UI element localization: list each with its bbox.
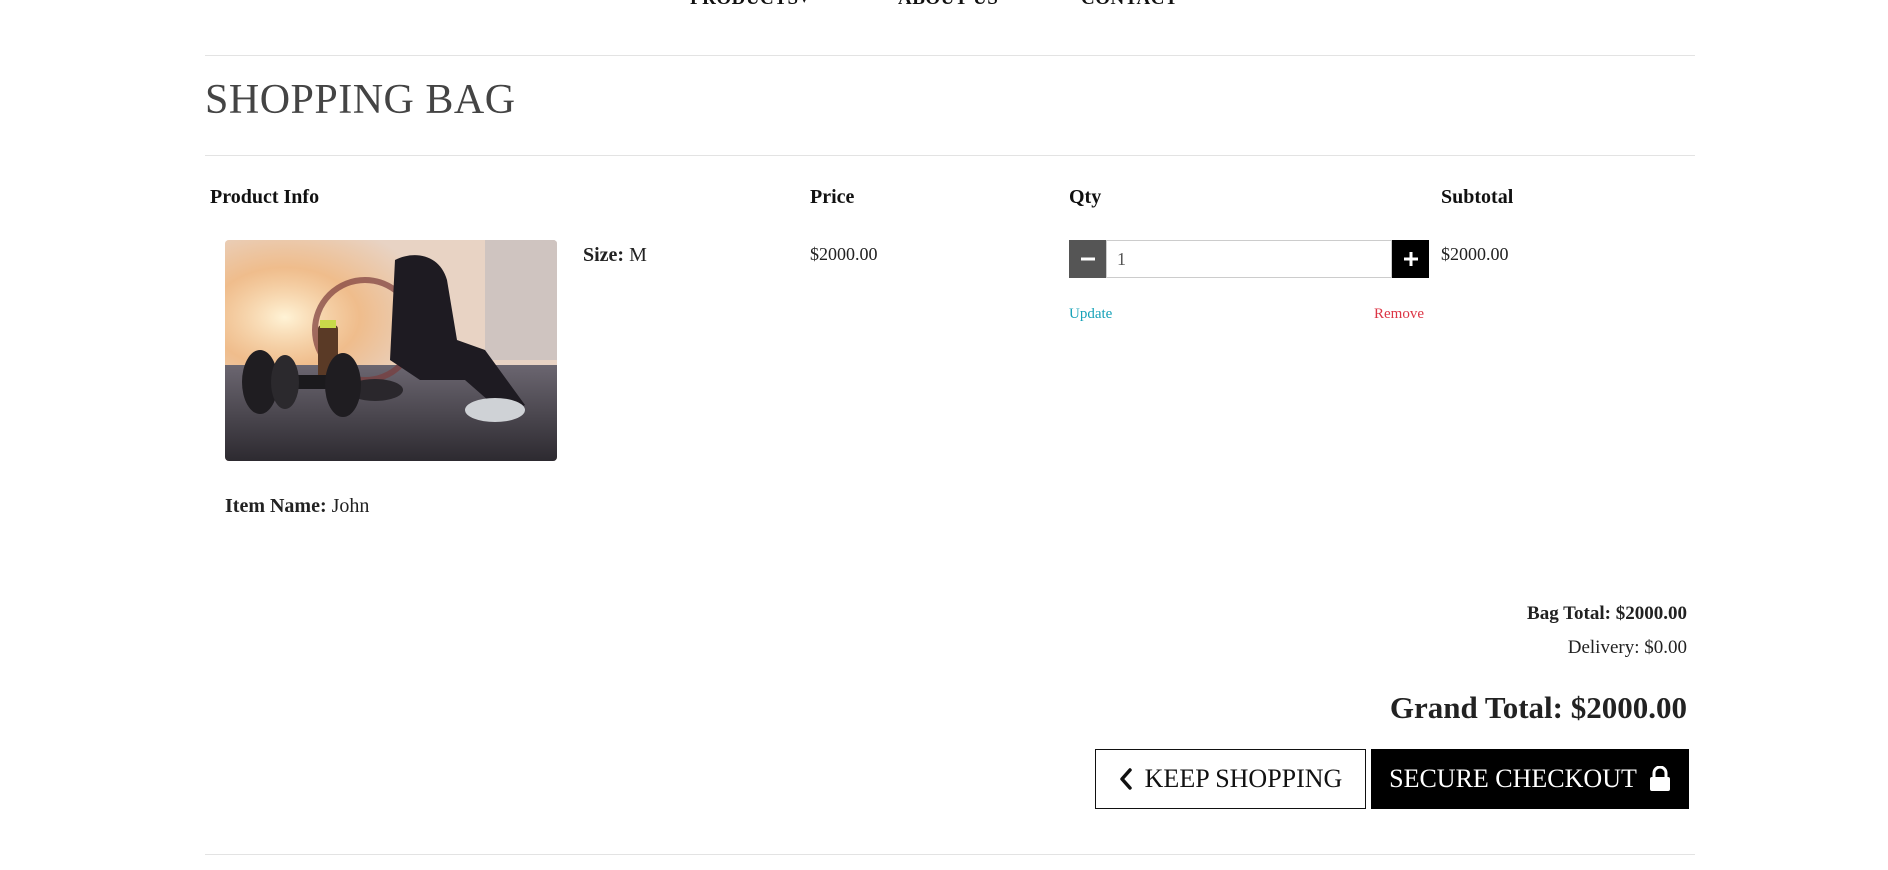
bag-total: Bag Total: $2000.00 xyxy=(1527,603,1687,624)
quantity-stepper xyxy=(1069,240,1429,278)
item-size: Size: M xyxy=(583,244,647,267)
header-price: Price xyxy=(810,186,855,208)
divider xyxy=(205,155,1695,156)
nav-about-us[interactable]: ABOUT US xyxy=(898,0,998,10)
nav-products[interactable]: PRODUCTS▾ xyxy=(690,0,808,10)
secure-checkout-button[interactable]: SECURE CHECKOUT xyxy=(1371,749,1689,809)
plus-icon xyxy=(1403,252,1418,266)
remove-link[interactable]: Remove xyxy=(1374,306,1424,323)
nav-products-label: PRODUCTS xyxy=(690,0,799,9)
decrement-button[interactable] xyxy=(1069,240,1106,278)
lock-icon xyxy=(1649,766,1670,791)
header-product-info: Product Info xyxy=(210,186,320,208)
nav-contact[interactable]: CONTACT xyxy=(1081,0,1178,10)
delivery-cost: Delivery: $0.00 xyxy=(1567,637,1687,658)
size-value: M xyxy=(629,244,647,266)
header-qty: Qty xyxy=(1069,186,1102,208)
minus-icon xyxy=(1080,257,1095,261)
secure-checkout-label: SECURE CHECKOUT xyxy=(1389,764,1637,793)
header-subtotal: Subtotal xyxy=(1441,186,1514,208)
grand-total: Grand Total: $2000.00 xyxy=(1389,690,1687,725)
keep-shopping-label: KEEP SHOPPING xyxy=(1144,764,1343,793)
chevron-left-icon xyxy=(1119,768,1132,790)
item-name-value: John xyxy=(331,495,370,517)
item-price: $2000.00 xyxy=(810,244,878,264)
increment-button[interactable] xyxy=(1392,240,1429,278)
divider xyxy=(205,55,1695,56)
main-nav: PRODUCTS▾ ABOUT US CONTACT xyxy=(0,0,1888,18)
item-subtotal: $2000.00 xyxy=(1441,244,1509,264)
keep-shopping-button[interactable]: KEEP SHOPPING xyxy=(1095,749,1366,809)
item-name: Item Name: John xyxy=(225,495,369,518)
chevron-down-icon: ▾ xyxy=(801,0,808,7)
product-image xyxy=(225,240,557,461)
quantity-input[interactable] xyxy=(1106,240,1392,278)
item-name-label: Item Name: xyxy=(225,495,327,517)
divider xyxy=(205,854,1695,855)
size-label: Size: xyxy=(583,244,625,266)
update-link[interactable]: Update xyxy=(1069,306,1112,323)
gym-workout-photo-icon xyxy=(225,240,557,461)
page-title: SHOPPING BAG xyxy=(205,77,516,123)
